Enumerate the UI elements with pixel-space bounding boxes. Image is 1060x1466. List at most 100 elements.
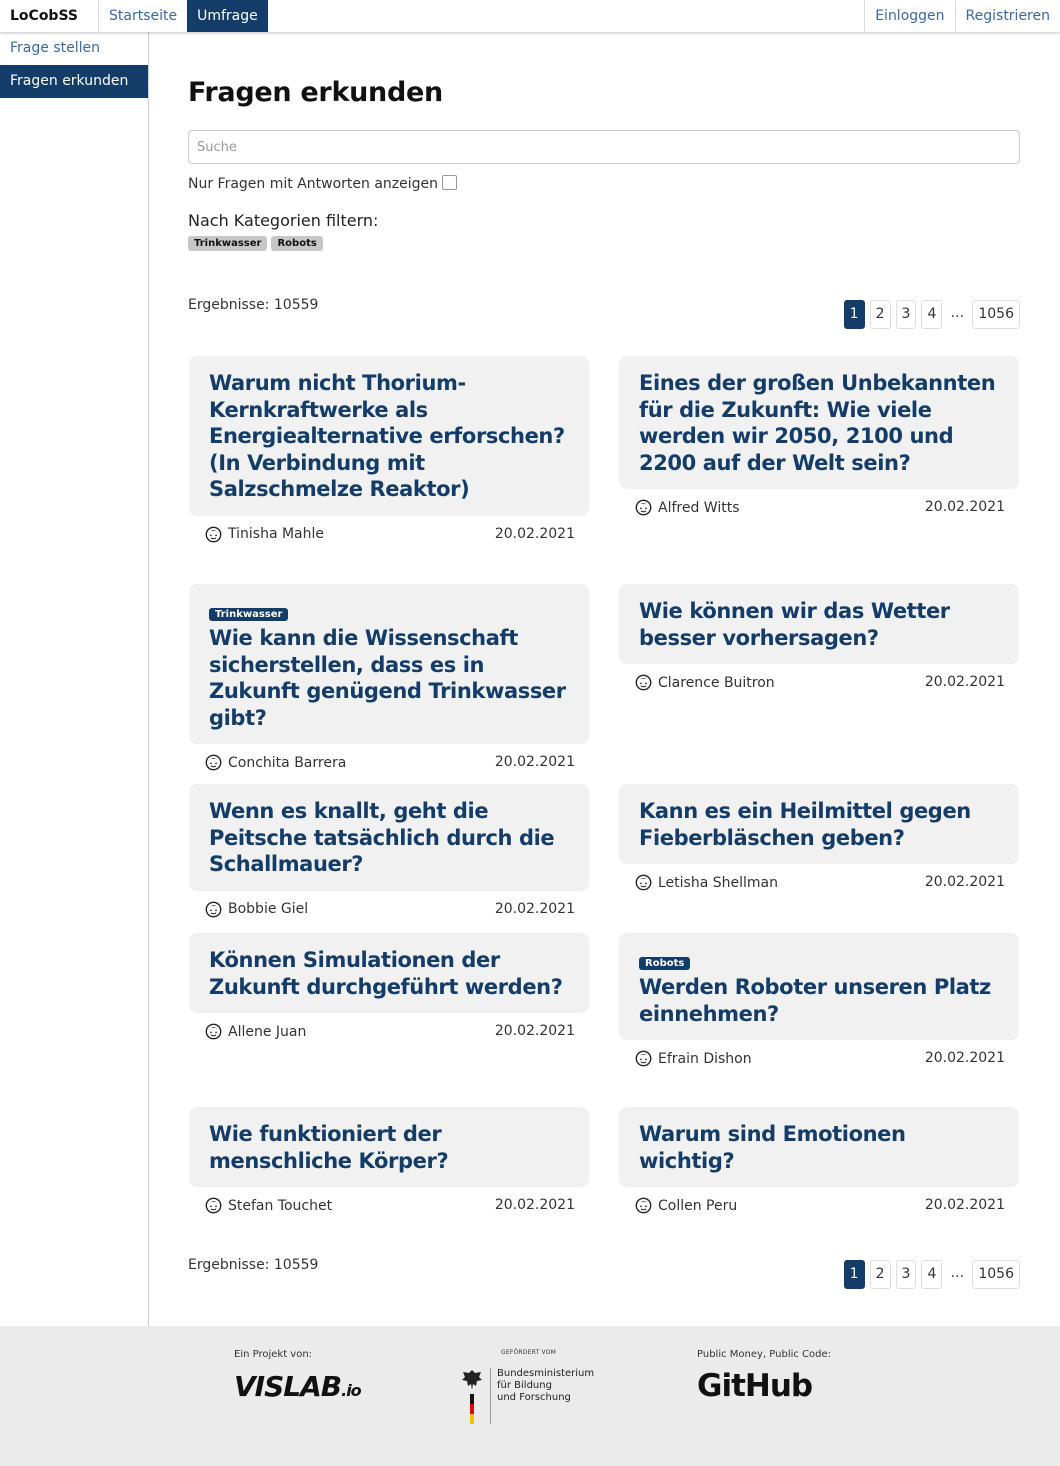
question-meta: Collen Peru 20.02.2021 [619, 1196, 1019, 1216]
login-link[interactable]: Einloggen [864, 0, 954, 32]
page-button-3[interactable]: 3 [895, 1260, 917, 1289]
pagination-top: 1 2 3 4 ... 1056 [843, 300, 1020, 329]
question-meta: Conchita Barrera 20.02.2021 [189, 753, 589, 773]
author-name: Collen Peru [658, 1197, 738, 1214]
question-card[interactable]: Eines der großen Unbekannten für die Zuk… [619, 356, 1019, 518]
footer-code: Public Money, Public Code: GitHub [697, 1349, 831, 1404]
question-author: Allene Juan [205, 1023, 306, 1040]
page-title: Fragen erkunden [188, 77, 443, 108]
user-face-icon [635, 1197, 652, 1214]
sidebar-item-frage-stellen[interactable]: Frage stellen [0, 32, 148, 65]
category-filter-label: Nach Kategorien filtern: [188, 211, 379, 230]
question-author: Tinisha Mahle [205, 526, 324, 543]
sidebar: Frage stellen Fragen erkunden [0, 32, 149, 1326]
question-category-tag[interactable]: Robots [639, 957, 691, 970]
question-card-box[interactable]: Robots Werden Roboter unseren Platz einn… [619, 933, 1019, 1040]
question-date: 20.02.2021 [494, 754, 575, 770]
page-button-4[interactable]: 4 [921, 1260, 943, 1289]
question-card-box[interactable]: Können Simulationen der Zukunft durchgef… [189, 933, 589, 1013]
page-button-1[interactable]: 1 [843, 300, 865, 329]
question-card[interactable]: Wenn es knallt, geht die Peitsche tatsäc… [189, 784, 589, 920]
author-name: Tinisha Mahle [228, 526, 325, 542]
answered-checkbox[interactable] [442, 175, 458, 190]
question-card-box[interactable]: Kann es ein Heilmittel gegen Fieberbläsc… [619, 784, 1019, 864]
question-card-box[interactable]: Warum nicht Thorium-Kernkraftwerke als E… [189, 356, 589, 516]
author-name: Bobbie Giel [228, 901, 309, 917]
page-button-3[interactable]: 3 [895, 300, 917, 329]
pagination-bottom: 1 2 3 4 ... 1056 [843, 1260, 1020, 1289]
page-ellipsis: ... [947, 1260, 968, 1289]
question-title[interactable]: Warum sind Emotionen wichtig? [639, 1121, 999, 1174]
question-card-box[interactable]: Wie funktioniert der menschliche Körper? [189, 1107, 589, 1187]
search-input[interactable] [188, 130, 1020, 164]
question-meta: Letisha Shellman 20.02.2021 [619, 873, 1019, 893]
question-meta: Alfred Witts 20.02.2021 [619, 498, 1019, 518]
question-card[interactable]: Können Simulationen der Zukunft durchgef… [189, 933, 589, 1042]
bmbf-logo[interactable]: Bundesministerium für Bildung und Forsch… [460, 1368, 594, 1424]
question-card[interactable]: Wie funktioniert der menschliche Körper?… [189, 1107, 589, 1216]
question-title[interactable]: Werden Roboter unseren Platz einnehmen? [639, 974, 999, 1027]
question-card[interactable]: Kann es ein Heilmittel gegen Fieberbläsc… [619, 784, 1019, 893]
project-label: Ein Projekt von: [234, 1349, 313, 1360]
answered-filter-label: Nur Fragen mit Antworten anzeigen [188, 176, 439, 192]
author-name: Stefan Touchet [228, 1197, 333, 1214]
question-title[interactable]: Wie können wir das Wetter besser vorhers… [639, 598, 999, 651]
question-card[interactable]: Warum nicht Thorium-Kernkraftwerke als E… [189, 356, 589, 545]
results-bar-top: Ergebnisse: 10559 1 2 3 4 ... 1056 [188, 297, 1020, 329]
question-card[interactable]: Trinkwasser Wie kann die Wissenschaft si… [189, 584, 589, 773]
page-button-last[interactable]: 1056 [972, 300, 1020, 329]
vislab-logo[interactable]: VISLAB.io [234, 1370, 362, 1403]
page-button-2[interactable]: 2 [869, 300, 891, 329]
question-title[interactable]: Wie funktioniert der menschliche Körper? [209, 1121, 569, 1174]
page-ellipsis: ... [947, 300, 968, 329]
user-face-icon [205, 754, 222, 771]
question-card-box[interactable]: Wenn es knallt, geht die Peitsche tatsäc… [189, 784, 589, 891]
page-button-last[interactable]: 1056 [972, 1260, 1020, 1289]
sidebar-item-fragen-erkunden[interactable]: Fragen erkunden [0, 65, 148, 98]
question-card[interactable]: Robots Werden Roboter unseren Platz einn… [619, 933, 1019, 1069]
question-author: Bobbie Giel [205, 901, 308, 918]
question-category-tag[interactable]: Trinkwasser [209, 608, 289, 621]
footer: Ein Projekt von: VISLAB.io GEFÖRDERT VOM… [0, 1326, 1060, 1466]
register-link[interactable]: Registrieren [954, 0, 1060, 32]
question-author: Efrain Dishon [635, 1050, 752, 1067]
question-title[interactable]: Warum nicht Thorium-Kernkraftwerke als E… [209, 370, 569, 503]
page-button-4[interactable]: 4 [921, 300, 943, 329]
funded-label: GEFÖRDERT VOM [501, 1349, 556, 1356]
question-title[interactable]: Kann es ein Heilmittel gegen Fieberbläsc… [639, 798, 999, 851]
github-logo[interactable]: GitHub [697, 1368, 831, 1404]
question-meta: Allene Juan 20.02.2021 [189, 1022, 589, 1042]
question-date: 20.02.2021 [924, 499, 1005, 515]
question-meta: Tinisha Mahle 20.02.2021 [189, 525, 589, 545]
question-card-box[interactable]: Warum sind Emotionen wichtig? [619, 1107, 1019, 1187]
results-count: Ergebnisse: 10559 [188, 1257, 319, 1273]
question-card-box[interactable]: Wie können wir das Wetter besser vorhers… [619, 584, 1019, 664]
question-date: 20.02.2021 [924, 1197, 1005, 1213]
question-card[interactable]: Wie können wir das Wetter besser vorhers… [619, 584, 1019, 693]
question-title[interactable]: Können Simulationen der Zukunft durchgef… [209, 947, 569, 1000]
category-chip-robots[interactable]: Robots [271, 236, 323, 251]
page-button-2[interactable]: 2 [869, 1260, 891, 1289]
page-button-1[interactable]: 1 [843, 1260, 865, 1289]
footer-project: Ein Projekt von: VISLAB.io [234, 1349, 362, 1403]
user-face-icon [635, 1050, 652, 1067]
question-title[interactable]: Eines der großen Unbekannten für die Zuk… [639, 370, 999, 476]
question-date: 20.02.2021 [494, 1197, 575, 1213]
brand-logo[interactable]: LoCobSS [0, 0, 99, 32]
top-navbar: LoCobSS Startseite Umfrage Einloggen Reg… [0, 0, 1060, 32]
question-card-box[interactable]: Eines der großen Unbekannten für die Zuk… [619, 356, 1019, 489]
question-title[interactable]: Wenn es knallt, geht die Peitsche tatsäc… [209, 798, 569, 878]
question-meta: Stefan Touchet 20.02.2021 [189, 1196, 589, 1216]
results-count: Ergebnisse: 10559 [188, 297, 319, 313]
question-title[interactable]: Wie kann die Wissenschaft sicherstellen,… [209, 625, 569, 731]
eagle-icon [460, 1368, 484, 1424]
question-card-box[interactable]: Trinkwasser Wie kann die Wissenschaft si… [189, 584, 589, 744]
question-date: 20.02.2021 [494, 525, 575, 542]
user-face-icon [635, 499, 652, 516]
question-date: 20.02.2021 [924, 1050, 1005, 1066]
main-content: Fragen erkunden Nur Fragen mit Antworten… [188, 32, 1020, 251]
question-card[interactable]: Warum sind Emotionen wichtig? Collen Per… [619, 1107, 1019, 1216]
nav-link-startseite[interactable]: Startseite [99, 0, 187, 32]
nav-link-umfrage[interactable]: Umfrage [187, 0, 268, 32]
category-chip-trinkwasser[interactable]: Trinkwasser [188, 236, 268, 251]
